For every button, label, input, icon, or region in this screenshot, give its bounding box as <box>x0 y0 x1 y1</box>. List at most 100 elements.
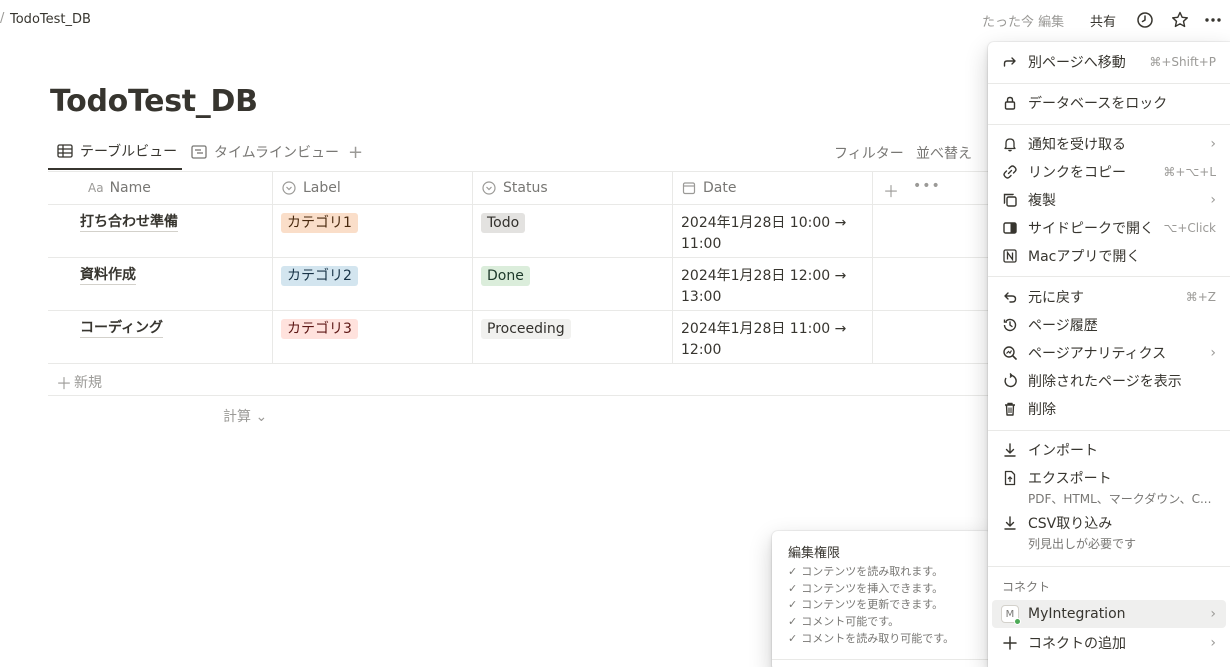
integration-avatar: M <box>1001 605 1021 625</box>
date-value[interactable]: 2024年1月28日 10:00 → 11:00 <box>681 213 871 255</box>
bell-icon <box>1000 134 1020 154</box>
table-row[interactable]: コーディング カテゴリ3 Proceeding 2024年1月28日 11:00… <box>48 311 988 364</box>
filter-button[interactable]: フィルター <box>834 143 904 163</box>
menu-item-copy-link[interactable]: リンクをコピー ⌘+⌥+L <box>992 158 1226 186</box>
calculate-button[interactable]: 計算 ⌄ <box>223 406 267 426</box>
sort-button[interactable]: 並べ替え <box>916 143 972 163</box>
side-peek-icon <box>1000 218 1020 238</box>
check-icon: ✓ <box>788 615 798 628</box>
chevron-right-icon: › <box>1210 136 1216 152</box>
permission-item: ✓ コンテンツを挿入できます。 <box>788 582 944 595</box>
duplicate-icon <box>1000 190 1020 210</box>
menu-item-undo[interactable]: 元に戻す ⌘+Z <box>992 283 1226 311</box>
text-type-icon: Aa <box>88 181 104 195</box>
more-icon[interactable] <box>1203 10 1223 30</box>
page-title[interactable]: TodoTest_DB <box>50 84 258 119</box>
label-tag[interactable]: カテゴリ2 <box>281 266 358 286</box>
table-row[interactable]: 打ち合わせ準備 カテゴリ1 Todo 2024年1月28日 10:00 → 11… <box>48 205 988 258</box>
menu-item-lock[interactable]: データベースをロック <box>992 89 1226 117</box>
select-icon <box>281 180 297 196</box>
shortcut-text: ⌘+Shift+P <box>1149 55 1216 69</box>
select-icon <box>481 180 497 196</box>
row-name[interactable]: コーディング <box>80 319 164 338</box>
row-name[interactable]: 打ち合わせ準備 <box>80 213 178 232</box>
calendar-icon <box>681 180 697 196</box>
menu-item-history[interactable]: ページ履歴 <box>992 311 1226 339</box>
star-icon[interactable] <box>1170 10 1190 30</box>
column-header-label: Label <box>303 180 341 196</box>
csv-subtitle: 列見出しが必要です <box>1028 537 1137 551</box>
status-dot <box>1014 618 1021 625</box>
plus-icon <box>1000 633 1020 653</box>
divider <box>988 430 1230 431</box>
column-header-label: Status <box>503 180 548 196</box>
tab-timeline-view[interactable]: タイムラインビュー <box>190 134 339 170</box>
label-tag[interactable]: カテゴリ3 <box>281 319 358 339</box>
status-tag[interactable]: Done <box>481 266 530 286</box>
column-header-status[interactable]: Status <box>472 172 672 204</box>
divider <box>988 276 1230 277</box>
date-value[interactable]: 2024年1月28日 12:00 → 13:00 <box>681 266 871 308</box>
column-header-date[interactable]: Date <box>672 172 872 204</box>
shortcut-text: ⌘+Z <box>1185 290 1216 304</box>
breadcrumb-separator: / <box>0 11 5 26</box>
status-tag[interactable]: Todo <box>481 213 526 233</box>
check-icon: ✓ <box>788 565 798 578</box>
add-property-button[interactable]: ＋ <box>883 178 899 202</box>
check-icon: ✓ <box>788 598 798 611</box>
database-table: Aa Name Label Status Date ＋ ••• 打ち合わせ準備 … <box>48 171 988 430</box>
add-view-button[interactable]: + <box>348 142 363 163</box>
top-bar: / TodoTest_DB たった今 編集 共有 <box>0 0 1230 40</box>
import-icon <box>1000 440 1020 460</box>
check-icon: ✓ <box>788 582 798 595</box>
menu-item-export[interactable]: エクスポート PDF、HTML、マークダウン、C... <box>992 464 1226 506</box>
menu-item-analytics[interactable]: ページアナリティクス › <box>992 339 1226 367</box>
permission-title: 編集権限 <box>788 546 841 561</box>
permission-item: ✓ コンテンツを読み取れます。 <box>788 565 944 578</box>
view-tabs: テーブルビュー タイムラインビュー + フィルター 並べ替え <box>48 134 988 172</box>
tab-table-view[interactable]: テーブルビュー <box>48 134 182 170</box>
chevron-right-icon: › <box>1210 606 1216 622</box>
menu-item-notify[interactable]: 通知を受け取る › <box>992 130 1226 158</box>
permission-item: ✓ コンテンツを更新できます。 <box>788 598 944 611</box>
table-row[interactable]: 資料作成 カテゴリ2 Done 2024年1月28日 12:00 → 13:00 <box>48 258 988 311</box>
divider <box>988 83 1230 84</box>
column-header-label: Name <box>109 180 151 196</box>
status-tag[interactable]: Proceeding <box>481 319 571 339</box>
menu-item-delete[interactable]: 削除 <box>992 395 1226 423</box>
more-icon[interactable]: ••• <box>913 178 941 194</box>
permission-item: ✓ コメント可能です。 <box>788 615 900 628</box>
tab-timeline-view-label: タイムラインビュー <box>214 145 340 161</box>
date-value[interactable]: 2024年1月28日 11:00 → 12:00 <box>681 319 871 361</box>
lock-icon <box>1000 93 1020 113</box>
label-tag[interactable]: カテゴリ1 <box>281 213 358 233</box>
tab-table-view-label: テーブルビュー <box>80 144 178 160</box>
page-options-menu: 別ページへ移動 ⌘+Shift+P データベースをロック 通知を受け取る › リ… <box>988 42 1230 667</box>
menu-item-move[interactable]: 別ページへ移動 ⌘+Shift+P <box>992 48 1226 76</box>
share-button[interactable]: 共有 <box>1090 11 1116 30</box>
menu-item-csv-import[interactable]: CSV取り込み 列見出しが必要です <box>992 509 1226 551</box>
menu-item-import[interactable]: インポート <box>992 436 1226 464</box>
chevron-right-icon: › <box>1210 192 1216 208</box>
restore-icon <box>1000 371 1020 391</box>
column-header-name[interactable]: Aa Name <box>48 172 272 204</box>
menu-item-integration[interactable]: M MyIntegration › <box>992 600 1226 628</box>
breadcrumb-page[interactable]: TodoTest_DB <box>10 12 91 27</box>
row-name[interactable]: 資料作成 <box>80 266 136 285</box>
divider <box>772 659 992 660</box>
shortcut-text: ⌥+Click <box>1163 221 1216 235</box>
import-icon <box>1000 513 1020 533</box>
menu-item-show-deleted[interactable]: 削除されたページを表示 <box>992 367 1226 395</box>
divider <box>988 124 1230 125</box>
chevron-right-icon: › <box>1210 635 1216 651</box>
column-header-label-prop[interactable]: Label <box>272 172 472 204</box>
menu-item-mac-app[interactable]: Macアプリで開く <box>992 242 1226 270</box>
clock-icon[interactable] <box>1135 10 1155 30</box>
check-icon: ✓ <box>788 632 798 645</box>
table-header-row: Aa Name Label Status Date ＋ ••• <box>48 171 988 205</box>
last-edited-text[interactable]: たった今 編集 <box>982 11 1064 30</box>
new-row-button[interactable]: ＋ 新規 <box>48 364 988 396</box>
menu-item-add-connect[interactable]: コネクトの追加 › <box>992 629 1226 657</box>
menu-item-side-peek[interactable]: サイドピークで開く ⌥+Click <box>992 214 1226 242</box>
menu-item-duplicate[interactable]: 複製 › <box>992 186 1226 214</box>
